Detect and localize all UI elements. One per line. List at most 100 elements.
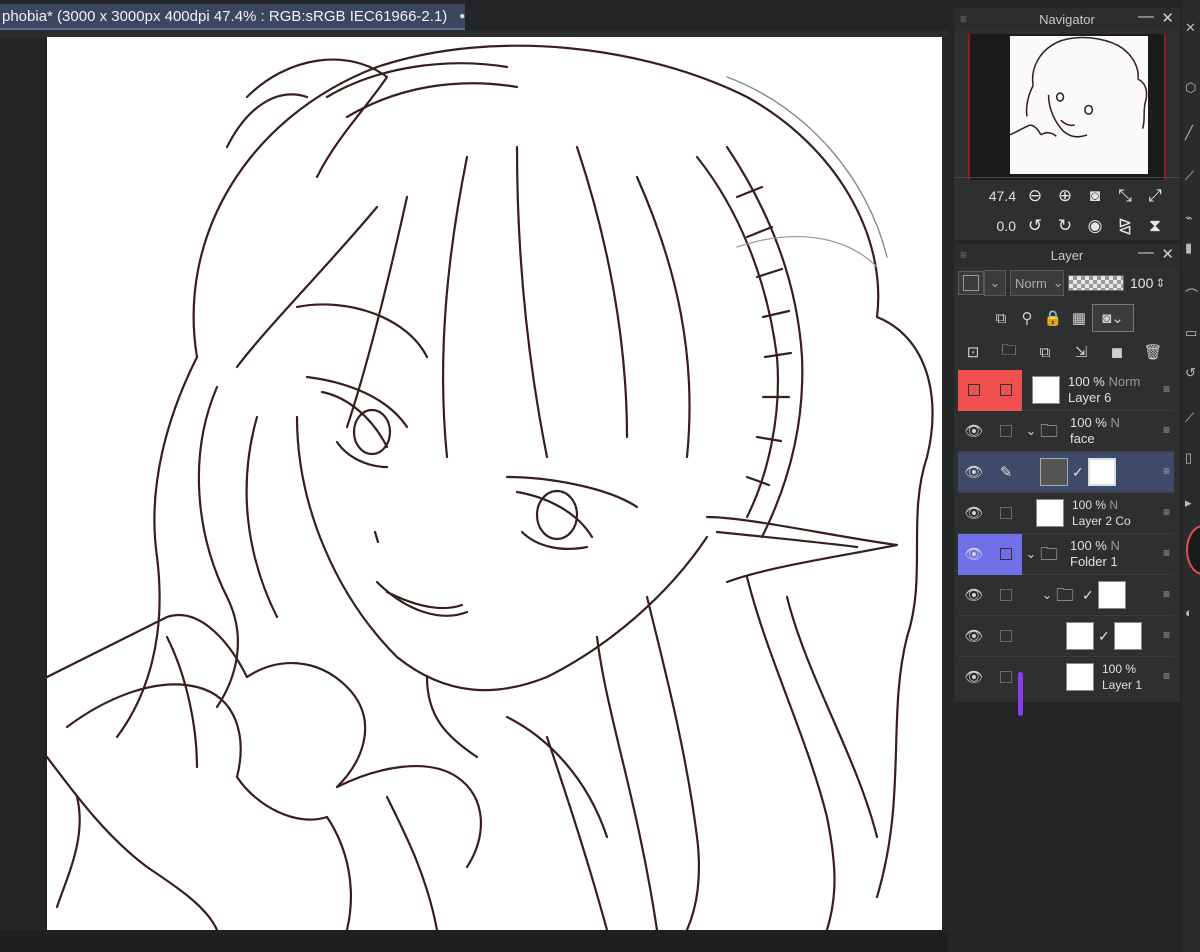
close-icon[interactable]: ✕ — [1161, 9, 1174, 27]
folder-mask-thumbnail[interactable] — [1097, 581, 1126, 609]
tool-icon[interactable]: ▭ — [1185, 325, 1197, 341]
layer-row-layer-2-copy[interactable]: 👁 100 % N Layer 2 Co ≡ — [958, 493, 1174, 534]
zoom-value[interactable]: 47.4 — [954, 188, 1020, 204]
opacity-slider[interactable] — [1068, 275, 1124, 291]
tool-icon[interactable]: ⟋ — [1185, 410, 1194, 426]
eye-icon[interactable]: 👁 — [958, 657, 990, 693]
tool-icon[interactable]: ▮ — [1185, 240, 1192, 256]
eye-icon[interactable]: 👁 — [958, 452, 990, 493]
new-folder-icon[interactable]: 🗀 — [996, 339, 1022, 365]
tool-icon[interactable]: ⌁ — [1185, 210, 1193, 226]
zoom-row: 47.4 ⊖ ⊕ ◙ ⤡ ⤢ — [954, 180, 1180, 212]
chevron-down-icon: ⌄ — [1052, 275, 1064, 290]
folder-icon: 🗀 — [1056, 585, 1074, 605]
rotate-right-icon[interactable]: ↻ — [1054, 215, 1076, 237]
eye-icon[interactable]: 👁 — [958, 616, 990, 657]
document-tab[interactable]: phobia* (3000 x 3000px 400dpi 47.4% : RG… — [0, 4, 465, 30]
tool-icon[interactable]: ╱ — [1185, 125, 1193, 141]
layer-thumbnail — [1036, 499, 1064, 527]
layer-row-subfolder[interactable]: 👁 ⌄ 🗀 ✓ ≡ — [958, 575, 1174, 616]
fit-icon[interactable]: ◙ — [1084, 185, 1106, 207]
navigator-preview[interactable] — [968, 34, 1166, 180]
lock-toggle[interactable] — [990, 493, 1022, 534]
tool-icon[interactable]: ⟋ — [1185, 168, 1194, 184]
new-layer-icon[interactable]: ⊡ — [960, 339, 986, 365]
layer-menu-icon[interactable]: ≡ — [1163, 382, 1170, 396]
eye-icon[interactable]: 👁 — [958, 411, 990, 452]
lock-toggle[interactable] — [990, 533, 1022, 575]
rotate-left-icon[interactable]: ↺ — [1024, 215, 1046, 237]
tone-layer-thumbnail — [1040, 458, 1068, 486]
folder-icon: 🗀 — [1040, 421, 1058, 441]
merge-down-icon[interactable]: ⇲ — [1068, 339, 1094, 365]
drawing-canvas[interactable] — [47, 37, 942, 930]
chevron-down-icon[interactable]: ⌄ — [1022, 423, 1040, 439]
pen-edit-icon[interactable]: ✎ — [990, 452, 1022, 493]
tool-icon[interactable]: ↺ — [1185, 365, 1196, 381]
eye-icon[interactable]: 👁 — [958, 493, 990, 534]
flip-vertical-icon[interactable]: ⧗ — [1144, 215, 1166, 237]
layer-row-selected-mask[interactable]: 👁 ✎ ✓ ≡ — [958, 452, 1174, 493]
drag-grip-icon[interactable]: ≡ — [960, 248, 972, 262]
fit-window-icon[interactable]: ⤡ — [1114, 185, 1136, 207]
right-tool-strip: ✕ ⬡ ╱ ⟋ ⌁ ▮ ⌒ ▭ ↺ ⟋ ▯ ▸ ◐ — [1182, 0, 1200, 952]
blend-mode-select[interactable]: Norm ⌄ — [1010, 270, 1064, 296]
navigator-title: Navigator — [1039, 11, 1095, 27]
layer-thumbnail — [1066, 622, 1094, 650]
tool-icon[interactable]: ⌒ — [1185, 285, 1198, 304]
layer-row-layer-6[interactable]: 100 % Norm Layer 6 ≡ — [958, 370, 1174, 411]
layer-row-folder-1[interactable]: 👁 ⌄ 🗀 100 % N Folder 1 ≡ — [958, 533, 1174, 575]
layer-label: 100 % N face — [1070, 415, 1120, 446]
zoom-out-icon[interactable]: ⊖ — [1024, 185, 1046, 207]
delete-icon[interactable]: 🗑 — [1140, 339, 1166, 365]
layer-menu-icon[interactable]: ≡ — [1163, 423, 1170, 437]
actual-size-icon[interactable]: ⤢ — [1144, 185, 1166, 207]
layer-row-layer-1[interactable]: 👁 100 % Layer 1 ≡ — [958, 657, 1174, 692]
layer-menu-icon[interactable]: ≡ — [1163, 505, 1170, 519]
lock-transparency-icon[interactable]: ▦ — [1066, 305, 1092, 331]
tool-icon[interactable]: ▸ — [1185, 495, 1192, 511]
zoom-in-icon[interactable]: ⊕ — [1054, 185, 1076, 207]
opacity-stepper-icon[interactable]: ⇕ — [1155, 276, 1165, 290]
flip-horizontal-icon[interactable]: ⧎ — [1114, 215, 1136, 237]
mask-thumbnail[interactable] — [1113, 622, 1142, 650]
lock-icon[interactable]: 🔒 — [1040, 305, 1066, 331]
lock-toggle[interactable] — [990, 575, 1022, 616]
lock-toggle[interactable] — [990, 616, 1022, 657]
tool-icon[interactable]: ▯ — [1185, 450, 1192, 466]
reset-rotation-icon[interactable]: ◉ — [1084, 215, 1106, 237]
color-dropdown-icon[interactable]: ⌄ — [984, 270, 1006, 296]
layer-row-face[interactable]: 👁 ⌄ 🗀 100 % N face ≡ — [958, 411, 1174, 452]
layer-mask-icon[interactable]: ◼ — [1104, 339, 1130, 365]
eye-icon[interactable]: 👁 — [958, 575, 990, 616]
mask-toggle-icon[interactable]: ◙⌄ — [1092, 304, 1134, 332]
chevron-down-icon[interactable]: ⌄ — [1038, 587, 1056, 603]
tool-icon[interactable]: ⬡ — [1185, 80, 1196, 96]
opacity-value[interactable]: 100 — [1130, 275, 1153, 291]
reference-layer-icon[interactable]: ⚲ — [1014, 305, 1040, 331]
combine-icon[interactable]: ⧉ — [1032, 339, 1058, 365]
lock-toggle[interactable] — [990, 411, 1022, 452]
layer-row-clipped[interactable]: 👁 ✓ ≡ — [958, 616, 1174, 657]
mask-thumbnail[interactable] — [1087, 458, 1116, 486]
layer-color-swatch[interactable] — [958, 271, 984, 295]
visibility-toggle[interactable] — [958, 370, 990, 411]
minimize-icon[interactable]: — — [1138, 244, 1154, 262]
clip-layer-icon[interactable]: ⧉ — [988, 305, 1014, 331]
layer-menu-icon[interactable]: ≡ — [1163, 546, 1170, 560]
blend-mode-value: Norm — [1015, 275, 1047, 291]
chevron-down-icon[interactable]: ⌄ — [1022, 546, 1040, 562]
close-icon[interactable]: ✕ — [1161, 245, 1174, 263]
tool-icon[interactable]: ◐ — [1185, 605, 1193, 620]
layer-menu-icon[interactable]: ≡ — [1163, 628, 1170, 642]
minimize-icon[interactable]: — — [1138, 8, 1154, 26]
drag-grip-icon[interactable]: ≡ — [960, 12, 972, 26]
unsaved-indicator: ● — [459, 10, 465, 22]
layer-menu-icon[interactable]: ≡ — [1163, 587, 1170, 601]
rotation-value[interactable]: 0.0 — [954, 218, 1020, 234]
eye-icon[interactable]: 👁 — [958, 533, 990, 575]
close-icon[interactable]: ✕ — [1185, 20, 1196, 36]
layer-menu-icon[interactable]: ≡ — [1163, 669, 1170, 683]
lock-toggle[interactable] — [990, 370, 1022, 411]
layer-menu-icon[interactable]: ≡ — [1163, 464, 1170, 478]
